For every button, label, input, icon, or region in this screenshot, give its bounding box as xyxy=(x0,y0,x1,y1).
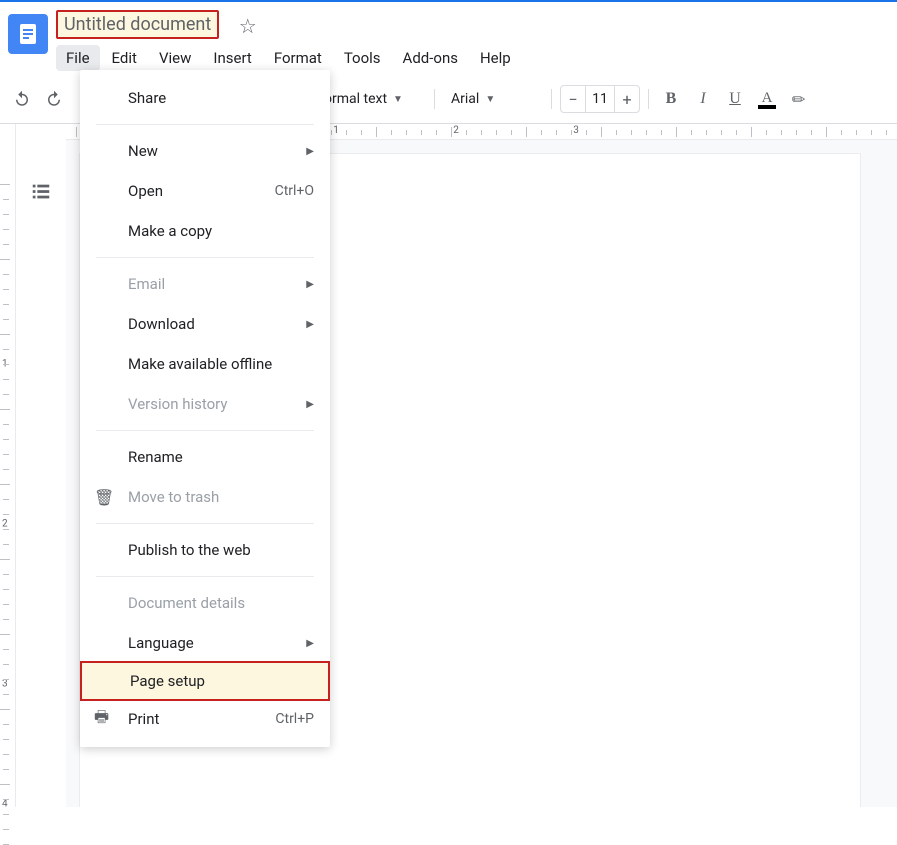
outline-toggle-button[interactable] xyxy=(23,174,59,210)
menu-item-page-setup[interactable]: Page setup xyxy=(80,661,330,701)
chevron-down-icon: ▼ xyxy=(393,94,403,105)
paragraph-style-label: ormal text xyxy=(324,91,387,107)
menu-item-open[interactable]: Open Ctrl+O xyxy=(80,171,330,211)
ruler-label: 3 xyxy=(2,679,8,690)
menu-item-download[interactable]: Download ▶ xyxy=(80,304,330,344)
font-family-select[interactable]: Arial ▼ xyxy=(443,87,543,111)
toolbar-separator xyxy=(551,89,552,109)
menu-item-offline[interactable]: Make available offline xyxy=(80,344,330,384)
underline-button[interactable]: U xyxy=(721,85,749,113)
outline-column xyxy=(16,124,66,807)
menu-item-label: Rename xyxy=(128,448,183,466)
menu-format[interactable]: Format xyxy=(264,45,332,71)
outline-icon xyxy=(30,181,52,203)
toolbar-separator xyxy=(648,89,649,109)
font-family-label: Arial xyxy=(451,91,479,107)
menu-divider xyxy=(96,576,314,577)
menu-item-doc-details[interactable]: Document details xyxy=(80,583,330,623)
ruler-label: 1 xyxy=(333,125,339,136)
menu-item-label: New xyxy=(128,142,158,160)
menu-addons[interactable]: Add-ons xyxy=(393,45,468,71)
menu-item-label: Document details xyxy=(128,594,245,612)
font-size-value[interactable]: 11 xyxy=(585,86,615,112)
title-area: Untitled document ☆ File Edit View Inser… xyxy=(56,10,889,71)
menu-item-label: Open xyxy=(128,182,163,200)
menu-item-label: Language xyxy=(128,634,194,652)
ruler-label: 4 xyxy=(2,799,8,810)
menu-item-language[interactable]: Language ▶ xyxy=(80,623,330,663)
menu-item-new[interactable]: New ▶ xyxy=(80,131,330,171)
file-menu-dropdown: Share New ▶ Open Ctrl+O Make a copy Email ▶… xyxy=(80,70,330,747)
chevron-right-icon: ▶ xyxy=(306,279,314,290)
toolbar-separator xyxy=(434,89,435,109)
menubar: File Edit View Insert Format Tools Add-o… xyxy=(56,45,889,71)
ruler-label: 3 xyxy=(573,125,579,136)
menu-divider xyxy=(96,257,314,258)
font-size-decrease[interactable]: − xyxy=(561,86,585,112)
menu-item-label: Share xyxy=(128,89,166,107)
undo-icon xyxy=(13,90,31,108)
paragraph-style-select[interactable]: ormal text ▼ xyxy=(316,87,426,111)
menu-item-label: Print xyxy=(128,710,159,728)
menu-view[interactable]: View xyxy=(149,45,201,71)
menu-item-make-copy[interactable]: Make a copy xyxy=(80,211,330,251)
redo-button[interactable] xyxy=(40,85,68,113)
undo-button[interactable] xyxy=(8,85,36,113)
menu-tools[interactable]: Tools xyxy=(334,45,391,71)
menu-item-label: Version history xyxy=(128,395,228,413)
chevron-right-icon: ▶ xyxy=(306,399,314,410)
menu-item-label: Make a copy xyxy=(128,222,212,240)
chevron-right-icon: ▶ xyxy=(306,146,314,157)
italic-button[interactable]: I xyxy=(689,85,717,113)
menu-divider xyxy=(96,430,314,431)
docs-logo[interactable] xyxy=(8,14,48,54)
chevron-right-icon: ▶ xyxy=(306,319,314,330)
document-icon xyxy=(16,22,40,46)
font-size-increase[interactable]: + xyxy=(615,86,639,112)
menu-edit[interactable]: Edit xyxy=(102,45,147,71)
menu-item-email[interactable]: Email ▶ xyxy=(80,264,330,304)
highlight-button[interactable]: ✎ xyxy=(785,85,813,113)
menu-insert[interactable]: Insert xyxy=(203,45,261,71)
menu-item-label: Page setup xyxy=(130,672,205,690)
redo-icon xyxy=(45,90,63,108)
print-icon: 🖶 xyxy=(94,706,109,733)
vertical-ruler[interactable]: 1 2 3 4 xyxy=(0,124,16,807)
menu-item-rename[interactable]: Rename xyxy=(80,437,330,477)
chevron-down-icon: ▼ xyxy=(485,94,495,105)
ruler-label: 2 xyxy=(453,125,459,136)
ruler-label: 2 xyxy=(2,519,8,530)
menu-item-share[interactable]: Share xyxy=(80,78,330,118)
menu-divider xyxy=(96,124,314,125)
menu-item-label: Publish to the web xyxy=(128,541,251,559)
highlighter-icon: ✎ xyxy=(788,88,811,111)
menu-item-version-history[interactable]: Version history ▶ xyxy=(80,384,330,424)
menu-item-publish[interactable]: Publish to the web xyxy=(80,530,330,570)
chevron-right-icon: ▶ xyxy=(306,638,314,649)
text-color-button[interactable]: A xyxy=(753,85,781,113)
menu-divider xyxy=(96,523,314,524)
menu-item-print[interactable]: 🖶 Print Ctrl+P xyxy=(80,699,330,739)
menu-item-move-trash[interactable]: 🗑 Move to trash xyxy=(80,477,330,517)
trash-icon: 🗑 xyxy=(94,488,114,507)
font-size-group: − 11 + xyxy=(560,85,640,113)
menu-item-label: Email xyxy=(128,275,165,293)
menu-file[interactable]: File xyxy=(56,45,100,71)
star-icon[interactable]: ☆ xyxy=(239,14,257,38)
menu-shortcut: Ctrl+O xyxy=(275,183,314,199)
bold-button[interactable]: B xyxy=(657,85,685,113)
menu-help[interactable]: Help xyxy=(470,45,521,71)
app-header: Untitled document ☆ File Edit View Inser… xyxy=(0,2,897,71)
text-color-icon: A xyxy=(758,90,776,109)
document-title[interactable]: Untitled document xyxy=(56,10,219,39)
menu-item-label: Make available offline xyxy=(128,355,272,373)
menu-item-label: Move to trash xyxy=(128,488,219,506)
menu-item-label: Download xyxy=(128,315,195,333)
menu-shortcut: Ctrl+P xyxy=(275,711,314,727)
